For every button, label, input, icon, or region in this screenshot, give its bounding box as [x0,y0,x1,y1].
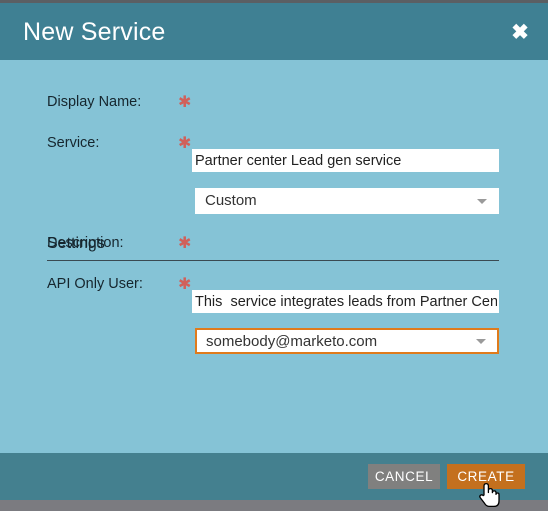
dialog-footer: CANCEL CREATE [0,453,548,500]
description-label: Description: [47,235,124,251]
chevron-down-icon [476,339,486,344]
dialog-body: Display Name: ✱ Service: ✱ Custom Settin… [0,60,548,453]
required-asterisk: ✱ [178,92,192,111]
service-select[interactable]: Custom [195,188,499,214]
display-name-input[interactable] [192,149,499,172]
display-name-label: Display Name: [47,94,142,110]
required-asterisk: ✱ [178,233,192,252]
dialog-titlebar: New Service ✖ [0,3,548,60]
required-asterisk: ✱ [178,274,192,293]
window-bottom-strip [0,500,548,511]
api-only-user-select-value: somebody@marketo.com [206,333,378,350]
service-label: Service: [47,135,100,151]
service-select-value: Custom [205,192,257,209]
create-button[interactable]: CREATE [447,464,525,489]
chevron-down-icon [477,199,487,204]
api-only-user-select[interactable]: somebody@marketo.com [195,328,499,354]
api-only-user-label: API Only User: [47,276,143,292]
required-asterisk: ✱ [178,133,192,152]
settings-section-divider [47,260,499,261]
close-icon[interactable]: ✖ [506,19,534,47]
cancel-button[interactable]: CANCEL [368,464,440,489]
new-service-dialog: New Service ✖ Display Name: ✱ Service: ✱… [0,0,548,511]
dialog-title: New Service [23,18,166,46]
description-input[interactable] [192,290,499,313]
